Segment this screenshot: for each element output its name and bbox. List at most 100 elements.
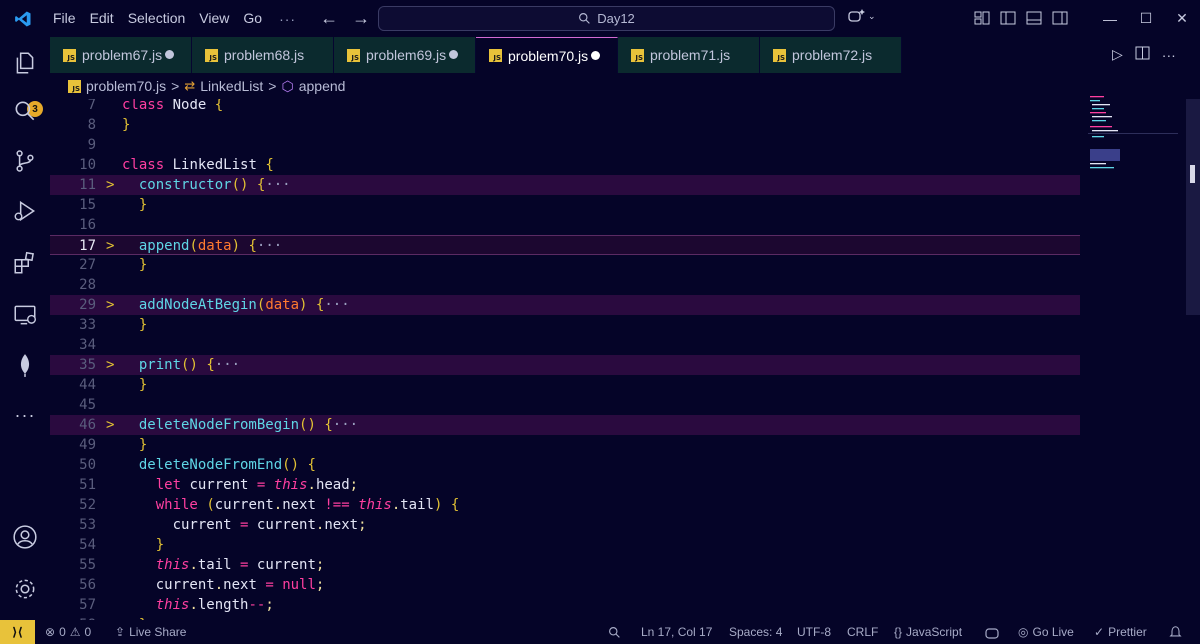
code-line[interactable]: 29 > addNodeAtBegin(data) {···	[50, 295, 1080, 315]
breadcrumb-method[interactable]: append	[299, 78, 346, 94]
live-share-label: Live Share	[129, 625, 187, 639]
toggle-secondary-sidebar-icon[interactable]	[1052, 10, 1068, 26]
menu-view[interactable]: View	[192, 0, 236, 37]
fold-chevron-icon[interactable]: >	[106, 175, 114, 195]
minimize-button[interactable]: —	[1092, 0, 1128, 37]
run-file-icon[interactable]: ▷	[1112, 46, 1123, 63]
code-line[interactable]: 9	[50, 135, 1080, 155]
back-arrow-icon[interactable]: ←	[320, 8, 338, 29]
toggle-panel-icon[interactable]	[1026, 10, 1042, 26]
explorer-icon[interactable]	[9, 47, 41, 79]
line-number: 7	[87, 99, 96, 113]
tab-problem70-js[interactable]: JS problem70.js	[476, 37, 618, 73]
code-line[interactable]: 52 while (current.next !== this.tail) {	[50, 495, 1080, 515]
double-check-icon: ✓	[1094, 625, 1105, 639]
fold-chevron-icon[interactable]: >	[106, 295, 114, 315]
code-line[interactable]: 28	[50, 275, 1080, 295]
prettier-button[interactable]: ✓ Prettier	[1094, 620, 1147, 644]
tab-problem68-js[interactable]: JS problem68.js	[192, 37, 334, 73]
code-line[interactable]: 51 let current = this.head;	[50, 475, 1080, 495]
code-line[interactable]: 44 }	[50, 375, 1080, 395]
code-line[interactable]: 15 }	[50, 195, 1080, 215]
remote-indicator-icon[interactable]: ⟩⟨	[0, 620, 35, 644]
notifications-bell-icon[interactable]	[1169, 620, 1182, 644]
code-line[interactable]: 46 > deleteNodeFromBegin() {···	[50, 415, 1080, 435]
editor-more-actions-button[interactable]: ···	[1162, 47, 1176, 63]
code-line[interactable]: 56 current.next = null;	[50, 575, 1080, 595]
fold-chevron-icon[interactable]: >	[106, 236, 114, 256]
code-line[interactable]: 35 > print() {···	[50, 355, 1080, 375]
unsaved-dot-icon[interactable]	[591, 51, 600, 60]
live-share-button[interactable]: ⇪ Live Share	[115, 620, 186, 644]
code-line[interactable]: 17 > append(data) {···	[50, 235, 1080, 255]
toggle-primary-sidebar-icon[interactable]	[1000, 10, 1016, 26]
code-text: }	[155, 537, 165, 553]
command-center-search[interactable]: Day12	[378, 6, 835, 31]
run-and-debug-icon[interactable]	[9, 195, 41, 227]
code-line[interactable]: 55 this.tail = current;	[50, 555, 1080, 575]
remote-explorer-icon[interactable]	[9, 299, 41, 331]
breadcrumb-file[interactable]: problem70.js	[86, 78, 166, 94]
code-line[interactable]: 16	[50, 215, 1080, 235]
code-line[interactable]: 57 this.length--;	[50, 595, 1080, 615]
menu-go[interactable]: Go	[236, 0, 269, 37]
minimap[interactable]	[1088, 93, 1185, 183]
code-line[interactable]: 7 class Node {	[50, 99, 1080, 115]
maximize-button[interactable]: ☐	[1128, 0, 1164, 37]
code-line[interactable]: 33 }	[50, 315, 1080, 335]
problems-indicator[interactable]: ⊗ 0 ⚠ 0	[45, 620, 91, 644]
code-line[interactable]: 54 }	[50, 535, 1080, 555]
line-number: 51	[79, 477, 96, 493]
encoding[interactable]: UTF-8	[797, 620, 831, 644]
fold-chevron-icon[interactable]: >	[106, 355, 114, 375]
go-live-button[interactable]: ◎ Go Live	[1018, 620, 1074, 644]
menu-selection[interactable]: Selection	[121, 0, 193, 37]
code-line[interactable]: 10 class LinkedList {	[50, 155, 1080, 175]
code-line[interactable]: 50 deleteNodeFromEnd() {	[50, 455, 1080, 475]
error-icon: ⊗	[45, 625, 56, 639]
search-icon[interactable]	[9, 95, 41, 127]
menu-file[interactable]: File	[46, 0, 83, 37]
copilot-status-icon[interactable]	[985, 620, 999, 644]
split-editor-icon[interactable]	[1135, 46, 1150, 63]
breadcrumb-class[interactable]: LinkedList	[200, 78, 263, 94]
code-line[interactable]: 53 current = current.next;	[50, 515, 1080, 535]
code-line[interactable]: 45	[50, 395, 1080, 415]
source-control-icon[interactable]	[9, 145, 41, 177]
settings-gear-icon[interactable]	[9, 573, 41, 605]
end-of-line[interactable]: CRLF	[847, 620, 878, 644]
menu-edit[interactable]: Edit	[83, 0, 121, 37]
tab-problem67-js[interactable]: JS problem67.js	[50, 37, 192, 73]
unsaved-dot-icon[interactable]	[449, 50, 458, 59]
vertical-scrollbar[interactable]	[1186, 99, 1200, 315]
indentation[interactable]: Spaces: 4	[729, 620, 782, 644]
unsaved-dot-icon[interactable]	[165, 50, 174, 59]
code-line[interactable]: 34	[50, 335, 1080, 355]
line-number: 16	[79, 217, 96, 233]
menu-more-button[interactable]: ···	[269, 11, 306, 27]
extensions-icon[interactable]	[9, 247, 41, 279]
code-line[interactable]: 27 }	[50, 255, 1080, 275]
zoom-icon[interactable]	[608, 620, 621, 644]
cursor-position[interactable]: Ln 17, Col 17	[641, 620, 712, 644]
code-line[interactable]: 49 }	[50, 435, 1080, 455]
js-file-icon: JS	[63, 48, 76, 62]
tab-problem72-js[interactable]: JS problem72.js	[760, 37, 902, 73]
mongodb-leaf-icon[interactable]	[9, 349, 41, 381]
line-number: 28	[79, 277, 96, 293]
accounts-icon[interactable]	[9, 521, 41, 553]
line-number: 46	[79, 417, 96, 433]
fold-chevron-icon[interactable]: >	[106, 415, 114, 435]
more-views-icon[interactable]: ···	[9, 399, 41, 431]
tab-problem69-js[interactable]: JS problem69.js	[334, 37, 476, 73]
language-mode[interactable]: {} JavaScript	[894, 620, 962, 644]
code-line[interactable]: 8}	[50, 115, 1080, 135]
customize-layout-icon[interactable]	[974, 10, 990, 26]
tab-problem71-js[interactable]: JS problem71.js	[618, 37, 760, 73]
code-editor[interactable]: 7 class Node {8} 9 10 class LinkedList {11 > …	[50, 99, 1185, 620]
copilot-button[interactable]: ⌄	[848, 8, 876, 24]
forward-arrow-icon[interactable]: →	[352, 8, 370, 29]
code-line[interactable]: 11 > constructor() {···	[50, 175, 1080, 195]
close-button[interactable]: ✕	[1164, 0, 1200, 37]
scrollbar-thumb[interactable]	[1190, 165, 1195, 183]
